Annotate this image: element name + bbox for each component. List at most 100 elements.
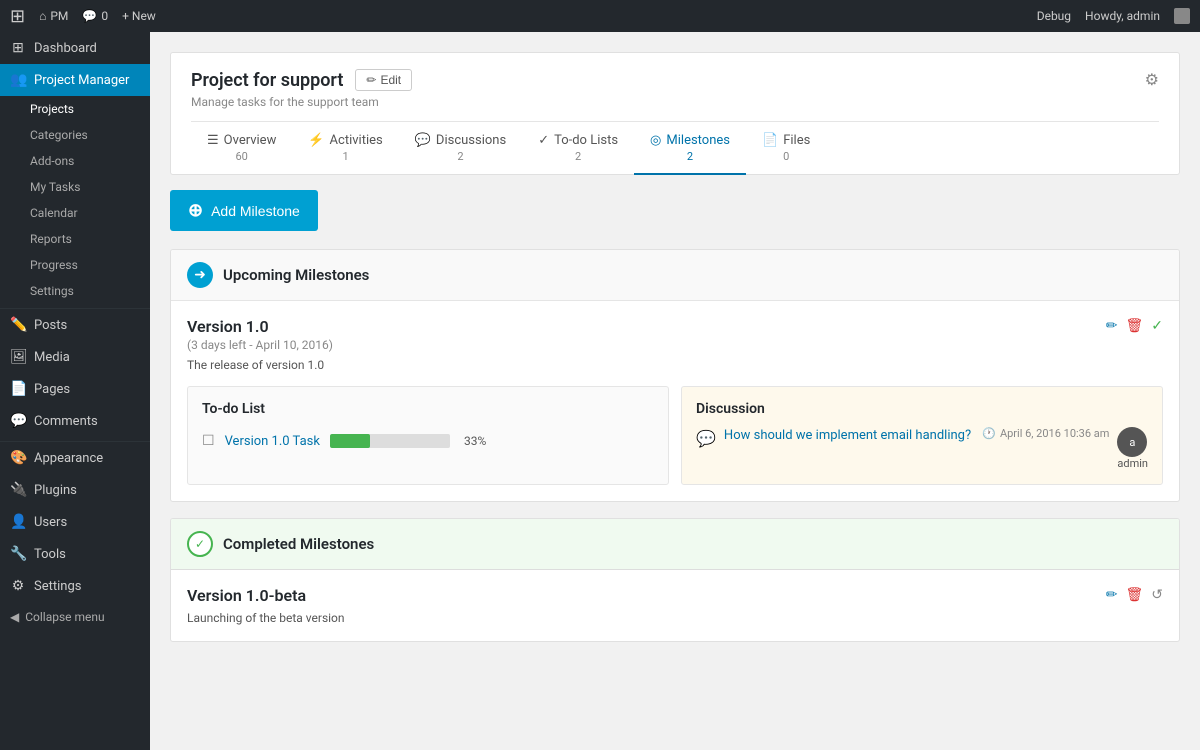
sidebar-item-my-tasks[interactable]: My Tasks [10,174,150,200]
add-milestone-button[interactable]: ⊕ Add Milestone [170,190,318,231]
sidebar-item-tools[interactable]: 🔧 Tools [0,538,150,570]
wp-logo-icon[interactable]: ⊞ [10,6,25,27]
discussion-author: admin [1117,457,1148,470]
sidebar-item-users[interactable]: 👤 Users [0,506,150,538]
sidebar-item-posts[interactable]: ✏️ Posts [0,309,150,341]
activities-count: 1 [342,150,348,163]
pages-icon: 📄 [10,381,26,397]
completed-section-content: Version 1.0-beta Launching of the beta v… [171,570,1179,641]
project-manager-icon: 👥 [10,72,26,88]
todo-checkbox-icon: ☐ [202,433,215,449]
sidebar-item-media[interactable]: 🖼 Media [0,341,150,373]
sidebar-item-calendar[interactable]: Calendar [10,200,150,226]
avatar-initial: a [1129,436,1135,449]
tab-milestones[interactable]: ◎ Milestones 2 [634,123,746,175]
todo-box: To-do List ☐ Version 1.0 Task 33% [187,386,669,485]
todo-progress-bar [330,434,450,448]
content-area: Project for support ✏ Edit ⚙ Manage task… [150,32,1200,750]
todo-box-title: To-do List [202,401,654,417]
sidebar-item-dashboard[interactable]: ⊞ Dashboard [0,32,150,64]
settings-icon: ⚙ [10,578,26,594]
posts-icon: ✏️ [10,317,26,333]
home-icon: ⌂ [39,9,46,23]
discussions-icon: 💬 [415,133,431,148]
sidebar: ⊞ Dashboard 👥 Project Manager Projects C… [0,32,150,750]
tab-activities[interactable]: ⚡ Activities 1 [292,123,398,175]
plus-circle-icon: ⊕ [188,200,203,221]
project-header: Project for support ✏ Edit ⚙ Manage task… [170,52,1180,175]
edit-button[interactable]: ✏ Edit [355,69,412,91]
tab-files[interactable]: 📄 Files 0 [746,123,826,175]
media-icon: 🖼 [10,349,26,365]
debug-link[interactable]: Debug [1037,9,1071,23]
comments-icon: 💬 [10,413,26,429]
sidebar-item-comments[interactable]: 💬 Comments [0,405,150,437]
topbar-comments[interactable]: 💬 0 [82,9,108,23]
discussion-item: 💬 How should we implement email handling… [696,427,1148,470]
todo-count: 2 [575,150,581,163]
milestones-icon: ◎ [650,133,661,148]
upcoming-icon: ➜ [187,262,213,288]
milestone-content-grid: To-do List ☐ Version 1.0 Task 33% Discu [187,386,1163,485]
milestones-count: 2 [687,150,693,163]
topbar-pm[interactable]: ⌂ PM [39,9,68,23]
tools-icon: 🔧 [10,546,26,562]
sidebar-item-plugins[interactable]: 🔌 Plugins [0,474,150,506]
sidebar-item-settings2[interactable]: ⚙ Settings [0,570,150,602]
project-subtitle: Manage tasks for the support team [191,95,1159,109]
gear-icon: ⚙ [1145,72,1159,89]
sidebar-item-reports[interactable]: Reports [10,226,150,252]
tab-todo-lists[interactable]: ✓ To-do Lists 2 [522,123,634,175]
upcoming-section-title: Upcoming Milestones [223,266,369,284]
todo-task-link[interactable]: Version 1.0 Task [225,434,320,449]
discussions-count: 2 [457,150,463,163]
tab-discussions[interactable]: 💬 Discussions 2 [399,123,522,175]
edit-milestone-button[interactable]: ✏ [1106,317,1118,334]
reopen-completed-button[interactable]: ↺ [1151,586,1163,603]
discussion-chat-icon: 💬 [696,429,716,448]
comment-icon: 💬 [82,9,97,23]
sidebar-item-addons[interactable]: Add-ons [10,148,150,174]
upcoming-milestone-desc: The release of version 1.0 [187,358,1163,372]
plugins-icon: 🔌 [10,482,26,498]
sidebar-item-settings[interactable]: Settings [10,278,150,304]
completed-milestone-name: Version 1.0-beta [187,586,345,605]
edit-completed-button[interactable]: ✏ [1106,586,1118,603]
sidebar-item-projects[interactable]: Projects [10,96,150,122]
howdy-label: Howdy, admin [1085,9,1160,23]
tab-overview[interactable]: ☰ Overview 60 [191,123,292,175]
upcoming-milestones-section: ➜ Upcoming Milestones Version 1.0 (3 day… [170,249,1180,502]
topbar-new[interactable]: + New [122,9,156,23]
upcoming-milestone-date: (3 days left - April 10, 2016) [187,338,333,352]
overview-count: 60 [235,150,247,163]
completed-milestone-desc: Launching of the beta version [187,611,345,625]
sidebar-item-progress[interactable]: Progress [10,252,150,278]
delete-milestone-button[interactable]: 🗑 [1125,317,1143,334]
files-count: 0 [783,150,789,163]
discussion-link[interactable]: How should we implement email handling? [724,428,971,443]
discussion-avatar: a [1117,427,1147,457]
completed-icon: ✓ [187,531,213,557]
todo-progress-pct: 33% [464,434,486,448]
sidebar-item-appearance[interactable]: 🎨 Appearance [0,442,150,474]
collapse-icon: ◀ [10,610,19,624]
completed-milestone-item: Version 1.0-beta Launching of the beta v… [187,586,1163,625]
discussion-box-title: Discussion [696,401,1148,417]
delete-completed-button[interactable]: 🗑 [1125,586,1143,603]
project-title: Project for support [191,70,343,91]
gear-settings-button[interactable]: ⚙ [1145,70,1159,90]
files-icon: 📄 [762,133,778,148]
sidebar-item-project-manager[interactable]: 👥 Project Manager [0,64,150,96]
users-icon: 👤 [10,514,26,530]
discussion-box: Discussion 💬 How should we implement ema… [681,386,1163,485]
appearance-icon: 🎨 [10,450,26,466]
tabs-bar: ☰ Overview 60 ⚡ Activities 1 💬 Discussio… [191,121,1159,174]
clock-icon: 🕐 [982,427,996,440]
collapse-menu-btn[interactable]: ◀ Collapse menu [0,602,150,632]
sidebar-item-pages[interactable]: 📄 Pages [0,373,150,405]
sidebar-item-categories[interactable]: Categories [10,122,150,148]
todo-progress-fill [330,434,370,448]
sidebar-section-posts: ✏️ Posts 🖼 Media 📄 Pages 💬 Comments [0,308,150,437]
complete-milestone-button[interactable]: ✓ [1151,317,1163,334]
sidebar-section-appearance: 🎨 Appearance 🔌 Plugins 👤 Users 🔧 Tools ⚙… [0,441,150,602]
